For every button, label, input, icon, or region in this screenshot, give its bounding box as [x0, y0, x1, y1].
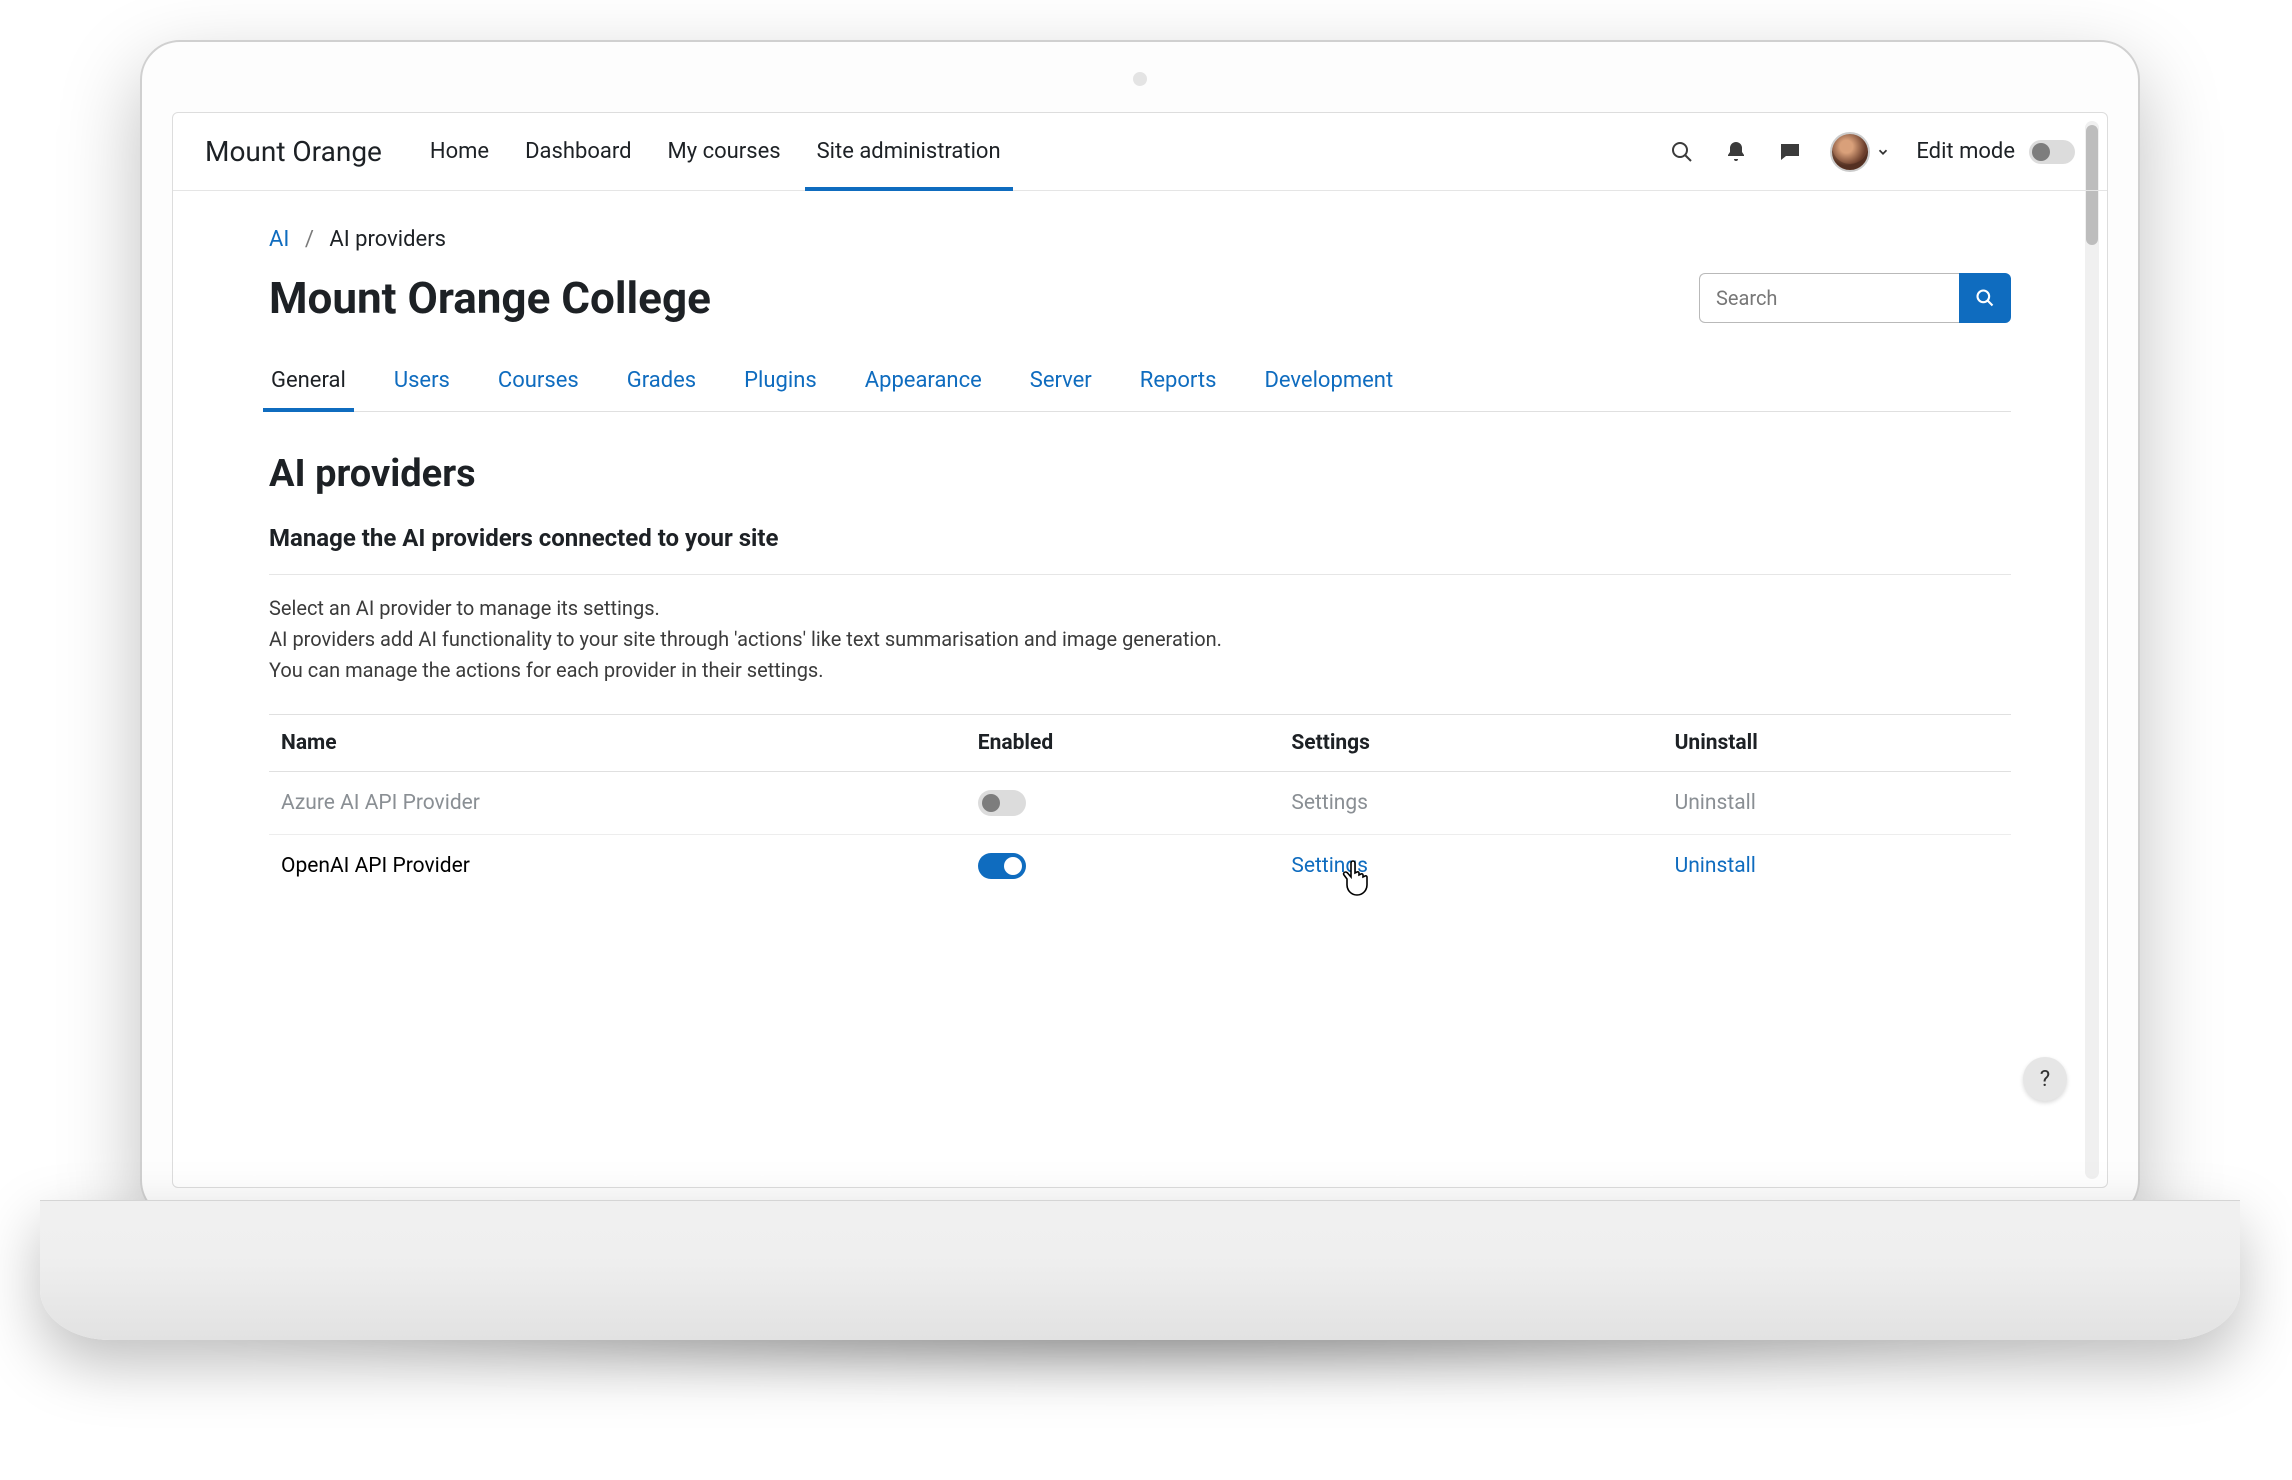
laptop-bezel: Mount Orange Home Dashboard My courses S… — [140, 40, 2140, 1220]
providers-table: Name Enabled Settings Uninstall Azure AI… — [269, 714, 2011, 897]
table-row: OpenAI API Provider Settings Uninstall — [269, 835, 2011, 898]
section-subtitle: Manage the AI providers connected to you… — [269, 524, 2011, 552]
section-title: AI providers — [269, 452, 2011, 496]
user-menu[interactable] — [1830, 132, 1890, 172]
provider-settings-link[interactable]: Settings — [1291, 854, 1368, 878]
search-icon — [1975, 288, 1995, 308]
breadcrumb: AI / AI providers — [269, 227, 2011, 252]
search-icon[interactable] — [1668, 138, 1696, 166]
chevron-down-icon — [1876, 145, 1890, 159]
th-settings: Settings — [1279, 715, 1662, 772]
camera-dot — [1133, 72, 1147, 86]
nav-dashboard[interactable]: Dashboard — [525, 113, 631, 190]
nav-site-administration[interactable]: Site administration — [817, 113, 1001, 190]
tab-development[interactable]: Development — [1262, 358, 1395, 411]
edit-mode-toggle[interactable] — [2029, 140, 2075, 164]
tab-courses[interactable]: Courses — [496, 358, 581, 411]
tab-server[interactable]: Server — [1028, 358, 1094, 411]
divider — [269, 574, 2011, 575]
admin-search-input[interactable] — [1699, 273, 1959, 323]
tab-general[interactable]: General — [269, 358, 348, 411]
th-name: Name — [269, 715, 966, 772]
provider-uninstall-link[interactable]: Uninstall — [1663, 835, 2011, 898]
admin-search — [1699, 273, 2011, 323]
top-navbar: Mount Orange Home Dashboard My courses S… — [173, 113, 2107, 191]
provider-enable-toggle[interactable] — [978, 790, 1026, 816]
section-description: Select an AI provider to manage its sett… — [269, 593, 2011, 686]
breadcrumb-separator: / — [305, 227, 314, 252]
tab-appearance[interactable]: Appearance — [863, 358, 984, 411]
provider-enable-toggle[interactable] — [978, 853, 1026, 879]
help-icon: ? — [2040, 1067, 2050, 1092]
nav-mycourses[interactable]: My courses — [668, 113, 781, 190]
help-button[interactable]: ? — [2023, 1057, 2067, 1101]
avatar — [1830, 132, 1870, 172]
laptop-base — [40, 1200, 2240, 1340]
brand-title[interactable]: Mount Orange — [205, 135, 382, 168]
th-enabled: Enabled — [966, 715, 1280, 772]
admin-tabs: General Users Courses Grades Plugins App… — [269, 358, 2011, 412]
tab-grades[interactable]: Grades — [625, 358, 698, 411]
provider-settings-link[interactable]: Settings — [1279, 772, 1662, 835]
admin-search-button[interactable] — [1959, 273, 2011, 323]
table-row: Azure AI API Provider Settings Uninstall — [269, 772, 2011, 835]
th-uninstall: Uninstall — [1663, 715, 2011, 772]
provider-name: Azure AI API Provider — [269, 772, 966, 835]
edit-mode-section: Edit mode — [1916, 139, 2075, 164]
tab-reports[interactable]: Reports — [1138, 358, 1219, 411]
desc-line-1: Select an AI provider to manage its sett… — [269, 593, 2011, 624]
breadcrumb-root[interactable]: AI — [269, 227, 289, 252]
desc-line-2: AI providers add AI functionality to you… — [269, 624, 2011, 655]
provider-uninstall-link[interactable]: Uninstall — [1663, 772, 2011, 835]
scrollbar[interactable] — [2085, 121, 2099, 1179]
desc-line-3: You can manage the actions for each prov… — [269, 655, 2011, 686]
tab-users[interactable]: Users — [392, 358, 452, 411]
laptop-mockup: Mount Orange Home Dashboard My courses S… — [140, 40, 2140, 1340]
browser-viewport: Mount Orange Home Dashboard My courses S… — [172, 112, 2108, 1188]
breadcrumb-leaf: AI providers — [329, 227, 446, 252]
chat-icon[interactable] — [1776, 138, 1804, 166]
bell-icon[interactable] — [1722, 138, 1750, 166]
page-title: Mount Orange College — [269, 272, 711, 324]
provider-name: OpenAI API Provider — [269, 835, 966, 898]
nav-home[interactable]: Home — [430, 113, 489, 190]
tab-plugins[interactable]: Plugins — [742, 358, 819, 411]
edit-mode-label: Edit mode — [1916, 139, 2015, 164]
page-content: AI / AI providers Mount Orange College G… — [173, 191, 2107, 897]
